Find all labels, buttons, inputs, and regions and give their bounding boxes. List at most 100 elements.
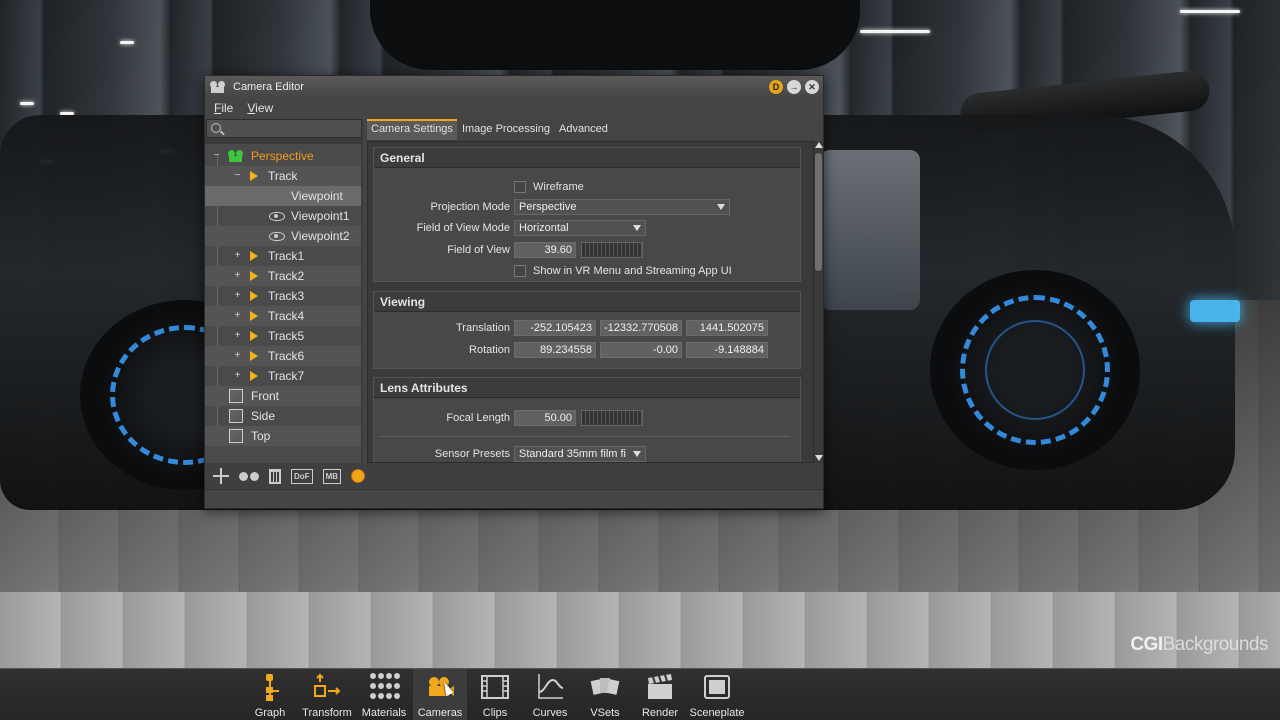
menu-file[interactable]: File xyxy=(214,101,233,115)
module-graph[interactable]: Graph xyxy=(243,669,297,720)
menu-view[interactable]: View xyxy=(247,101,273,115)
fov-mode-select[interactable]: Horizontal xyxy=(514,220,646,236)
tree-item-label: Viewpoint1 xyxy=(291,209,350,223)
tree-item-track6[interactable]: + Track6 xyxy=(205,346,361,366)
window-title: Camera Editor xyxy=(233,81,304,93)
add-icon[interactable] xyxy=(213,468,229,484)
tree-item-side[interactable]: Side xyxy=(205,406,361,426)
tree-item-track7[interactable]: + Track7 xyxy=(205,366,361,386)
materials-icon xyxy=(369,672,400,702)
expand-icon[interactable]: + xyxy=(233,310,242,321)
wireframe-label: Wireframe xyxy=(533,181,584,193)
expand-icon[interactable]: + xyxy=(233,370,242,381)
dof-button[interactable]: DoF xyxy=(291,468,313,484)
eye-icon[interactable] xyxy=(269,231,285,241)
translation-row: Translation -252.105423 -12332.770508 14… xyxy=(374,320,802,336)
vsets-icon xyxy=(590,672,620,702)
section-title: Lens Attributes xyxy=(374,378,800,398)
wheel-inner-ring xyxy=(985,320,1085,420)
tree-item-viewpoint2[interactable]: Viewpoint2 xyxy=(205,226,361,246)
d-badge-icon[interactable]: D xyxy=(769,80,783,94)
settings-scrollbar[interactable] xyxy=(814,141,823,463)
expand-icon[interactable]: + xyxy=(233,350,242,361)
search-icon xyxy=(211,123,221,133)
collapse-icon[interactable]: − xyxy=(212,150,221,161)
module-curves[interactable]: Curves xyxy=(523,669,577,720)
expand-icon[interactable]: + xyxy=(233,290,242,301)
expand-icon[interactable]: + xyxy=(233,270,242,281)
sensor-presets-select[interactable]: Standard 35mm film fi xyxy=(514,446,646,462)
rotation-y-input[interactable]: -0.00 xyxy=(600,342,682,358)
tree-item-viewpoint[interactable]: Viewpoint xyxy=(205,186,361,206)
vr-checkbox[interactable] xyxy=(514,265,526,277)
module-sceneplate[interactable]: Sceneplate xyxy=(689,669,745,720)
clips-icon xyxy=(480,672,510,702)
fov-mode-row: Field of View Mode Horizontal xyxy=(374,220,802,236)
rotation-z-input[interactable]: -9.148884 xyxy=(686,342,768,358)
tree-item-track1[interactable]: + Track1 xyxy=(205,246,361,266)
module-materials[interactable]: Materials xyxy=(357,669,411,720)
fov-input[interactable]: 39.60 xyxy=(514,242,576,258)
tree-item-viewpoint1[interactable]: Viewpoint1 xyxy=(205,206,361,226)
camera-icon[interactable] xyxy=(239,471,259,481)
tree-item-perspective[interactable]: − Perspective xyxy=(205,146,361,166)
divider xyxy=(380,436,790,437)
module-vsets[interactable]: VSets xyxy=(578,669,632,720)
tree-item-top[interactable]: Top xyxy=(205,426,361,446)
translation-z-input[interactable]: 1441.502075 xyxy=(686,320,768,336)
tree-item-front[interactable]: Front xyxy=(205,386,361,406)
settings-area[interactable]: General Wireframe Projection Mode Perspe… xyxy=(367,141,814,463)
graph-icon xyxy=(255,672,285,702)
search-input[interactable] xyxy=(206,119,362,138)
wireframe-checkbox[interactable] xyxy=(514,181,526,193)
module-label: Cameras xyxy=(417,707,463,719)
ceiling-light xyxy=(1180,10,1240,13)
module-clips[interactable]: Clips xyxy=(468,669,522,720)
viewing-section: Viewing Translation -252.105423 -12332.7… xyxy=(373,291,801,369)
tree-item-track4[interactable]: + Track4 xyxy=(205,306,361,326)
fov-row: Field of View 39.60 xyxy=(374,242,802,258)
focal-length-slider[interactable] xyxy=(581,410,643,426)
translation-y-input[interactable]: -12332.770508 xyxy=(600,320,682,336)
track-icon xyxy=(250,371,258,381)
title-bar[interactable]: Camera Editor D → ✕ xyxy=(205,76,823,98)
car-roof xyxy=(370,0,860,70)
focal-length-input[interactable]: 50.00 xyxy=(514,410,576,426)
mb-button[interactable]: MB xyxy=(322,468,342,484)
scroll-down-icon[interactable] xyxy=(815,455,823,461)
projection-mode-select[interactable]: Perspective xyxy=(514,199,730,215)
module-transform[interactable]: Transform xyxy=(300,669,354,720)
forward-arrow-icon[interactable]: → xyxy=(787,80,801,94)
collapse-icon[interactable]: − xyxy=(233,170,242,181)
module-cameras[interactable]: Cameras xyxy=(413,669,467,720)
editor-toolbar: DoF MB xyxy=(205,463,823,489)
tree-item-label: Top xyxy=(251,429,271,443)
watermark: CGIBackgrounds xyxy=(1130,634,1268,655)
fov-slider[interactable] xyxy=(581,242,643,258)
chevron-down-icon xyxy=(633,451,641,457)
translation-x-input[interactable]: -252.105423 xyxy=(514,320,596,336)
rotation-x-input[interactable]: 89.234558 xyxy=(514,342,596,358)
tree-item-track3[interactable]: + Track3 xyxy=(205,286,361,306)
camera-tree-panel: − Perspective − Track Viewpoint Viewpoin… xyxy=(205,119,363,464)
scroll-up-icon[interactable] xyxy=(815,142,823,148)
tab-camera-settings[interactable]: Camera Settings xyxy=(367,119,457,140)
trash-icon[interactable] xyxy=(269,468,281,484)
close-icon[interactable]: ✕ xyxy=(805,80,819,94)
tree-item-label: Track4 xyxy=(268,309,305,323)
tree-item-track[interactable]: − Track xyxy=(205,166,361,186)
tree-item-track5[interactable]: + Track5 xyxy=(205,326,361,346)
module-label: Graph xyxy=(254,707,286,719)
expand-icon[interactable]: + xyxy=(233,330,242,341)
cube-icon xyxy=(229,389,243,403)
tree-item-track2[interactable]: + Track2 xyxy=(205,266,361,286)
tab-advanced[interactable]: Advanced xyxy=(554,120,612,140)
expand-icon[interactable]: + xyxy=(233,250,242,261)
scroll-thumb[interactable] xyxy=(815,153,822,271)
module-toolbar: Graph Transform Materials Cameras Clips … xyxy=(0,668,1280,720)
module-render[interactable]: Render xyxy=(633,669,687,720)
tab-image-processing[interactable]: Image Processing xyxy=(457,120,554,140)
rotation-label: Rotation xyxy=(469,344,510,356)
record-icon[interactable] xyxy=(351,469,366,483)
eye-icon[interactable] xyxy=(269,211,285,221)
